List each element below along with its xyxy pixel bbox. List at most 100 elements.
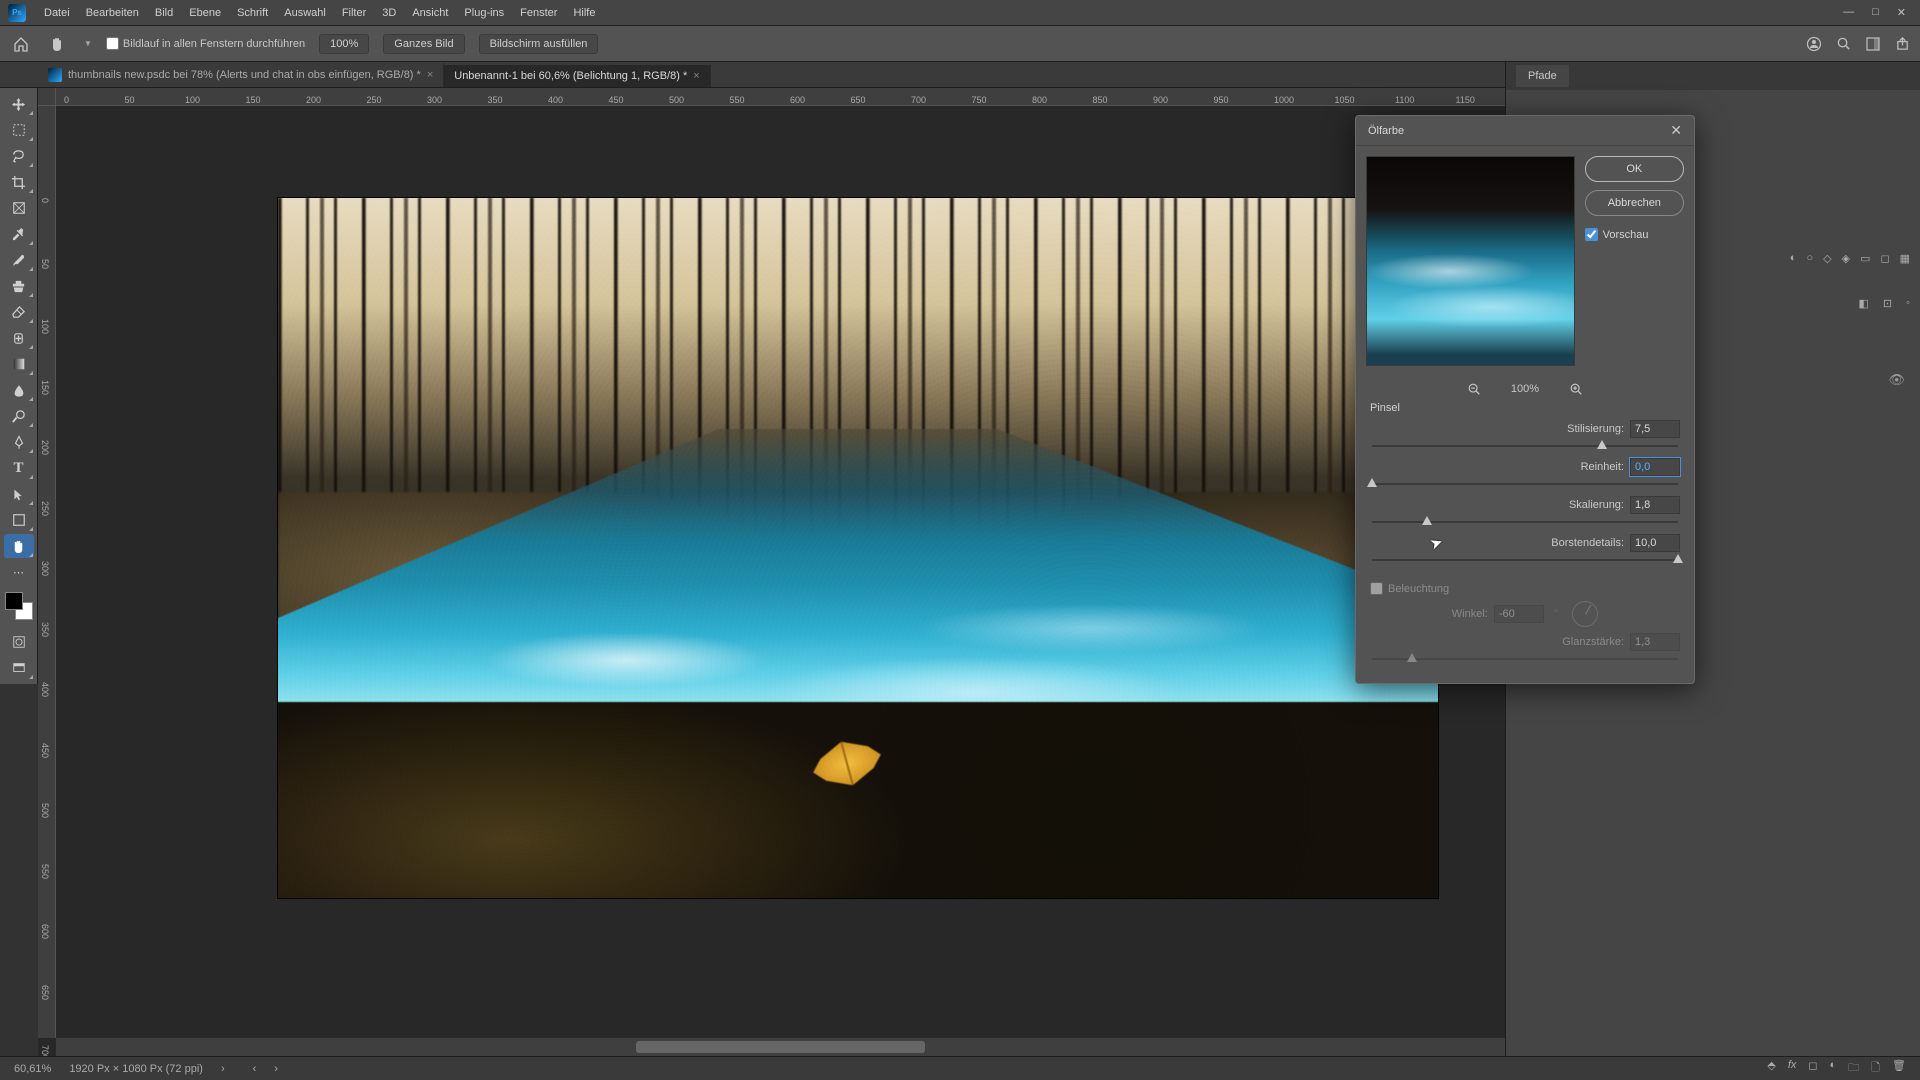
bristle-slider[interactable] xyxy=(1372,554,1678,566)
zoom-out-icon[interactable] xyxy=(1467,382,1481,396)
link-layers-icon[interactable]: ⬘ xyxy=(1767,1059,1775,1078)
hand-tool[interactable] xyxy=(4,534,34,558)
horizontal-scrollbar[interactable] xyxy=(56,1038,1505,1056)
quick-mask-icon[interactable] xyxy=(4,630,34,654)
cancel-button[interactable]: Abbrechen xyxy=(1585,190,1684,216)
hand-tool-icon[interactable] xyxy=(46,33,68,55)
status-nav-right-icon[interactable]: › xyxy=(274,1063,278,1075)
home-icon[interactable] xyxy=(10,33,32,55)
filter-preview[interactable] xyxy=(1366,156,1575,366)
close-tab-icon[interactable]: × xyxy=(427,69,433,81)
cleanliness-slider[interactable] xyxy=(1372,478,1678,490)
ruler-horizontal[interactable]: 0501001502002503003504004505005506006507… xyxy=(56,88,1505,106)
panel-icon[interactable]: ◦ xyxy=(1906,297,1910,310)
adj-icon[interactable]: ○ xyxy=(1806,252,1813,272)
menu-fenster[interactable]: Fenster xyxy=(512,4,565,22)
cloud-user-icon[interactable] xyxy=(1806,36,1822,52)
fit-screen-button[interactable]: Ganzes Bild xyxy=(383,34,464,54)
status-chevron-icon[interactable]: › xyxy=(221,1063,225,1075)
menu-ebene[interactable]: Ebene xyxy=(181,4,229,22)
menu-plug-ins[interactable]: Plug-ins xyxy=(456,4,512,22)
brush-tool[interactable] xyxy=(4,248,34,272)
adj-icon[interactable]: ◈ xyxy=(1842,252,1850,272)
menu-schrift[interactable]: Schrift xyxy=(229,4,276,22)
healing-brush-tool[interactable] xyxy=(4,326,34,350)
menu-auswahl[interactable]: Auswahl xyxy=(276,4,334,22)
close-icon[interactable]: ✕ xyxy=(1897,6,1906,19)
shape-tool[interactable] xyxy=(4,508,34,532)
scale-slider[interactable] xyxy=(1372,516,1678,528)
layer-mask-icon[interactable]: ◻ xyxy=(1808,1059,1817,1078)
ruler-origin[interactable] xyxy=(38,88,56,106)
adj-icon[interactable]: ▭ xyxy=(1860,252,1870,272)
dialog-close-icon[interactable]: ✕ xyxy=(1670,122,1682,139)
layer-fx-icon[interactable]: fx xyxy=(1788,1059,1797,1078)
ok-button[interactable]: OK xyxy=(1585,156,1684,182)
lighting-checkbox[interactable]: Beleuchtung xyxy=(1370,582,1680,595)
tool-preset-dropdown-icon[interactable]: ▼ xyxy=(84,39,92,48)
color-swatch[interactable] xyxy=(5,592,33,620)
panel-icon[interactable]: ⊡ xyxy=(1883,297,1892,310)
menu-ansicht[interactable]: Ansicht xyxy=(404,4,456,22)
menu-filter[interactable]: Filter xyxy=(334,4,374,22)
ruler-vertical[interactable]: 0501001502002503003504004505005506006507… xyxy=(38,106,56,1038)
adjustment-layer-icon[interactable]: ◐ xyxy=(1830,1059,1837,1078)
bristle-input[interactable] xyxy=(1630,534,1680,552)
edit-toolbar[interactable]: ⋯ xyxy=(4,560,34,584)
adj-icon[interactable]: ◐ xyxy=(1790,252,1797,272)
zoom-in-icon[interactable] xyxy=(1569,382,1583,396)
path-selection-tool[interactable] xyxy=(4,482,34,506)
frame-tool[interactable] xyxy=(4,196,34,220)
ruler-tick: 700 xyxy=(911,95,926,105)
menu-hilfe[interactable]: Hilfe xyxy=(565,4,603,22)
menu-bild[interactable]: Bild xyxy=(147,4,181,22)
blur-tool[interactable] xyxy=(4,378,34,402)
type-tool[interactable]: T xyxy=(4,456,34,480)
menu-datei[interactable]: Datei xyxy=(36,4,78,22)
dodge-tool[interactable] xyxy=(4,404,34,428)
stylization-input[interactable] xyxy=(1630,420,1680,438)
eraser-tool[interactable] xyxy=(4,300,34,324)
clone-stamp-tool[interactable] xyxy=(4,274,34,298)
zoom-100-button[interactable]: 100% xyxy=(319,34,369,54)
document-tab-1[interactable]: thumbnails new.psdc bei 78% (Alerts und … xyxy=(38,63,444,87)
eyedropper-tool[interactable] xyxy=(4,222,34,246)
document-dimensions[interactable]: 1920 Px × 1080 Px (72 ppi) xyxy=(69,1063,203,1075)
menu-bearbeiten[interactable]: Bearbeiten xyxy=(78,4,147,22)
fill-screen-button[interactable]: Bildschirm ausfüllen xyxy=(479,34,599,54)
panel-icon[interactable]: ◧ xyxy=(1858,297,1868,310)
scroll-all-windows-checkbox[interactable]: Bildlauf in allen Fenstern durchführen xyxy=(106,37,305,50)
workspace-icon[interactable] xyxy=(1865,36,1881,52)
marquee-tool[interactable] xyxy=(4,118,34,142)
zoom-readout[interactable]: 60,61% xyxy=(14,1063,51,1075)
search-icon[interactable] xyxy=(1836,36,1851,51)
dialog-titlebar[interactable]: Ölfarbe ✕ xyxy=(1356,116,1694,146)
menu-3d[interactable]: 3D xyxy=(374,4,404,22)
ruler-tick: 800 xyxy=(1032,95,1047,105)
crop-tool[interactable] xyxy=(4,170,34,194)
screen-mode-icon[interactable] xyxy=(4,656,34,680)
move-tool[interactable] xyxy=(4,92,34,116)
gradient-tool[interactable] xyxy=(4,352,34,376)
maximize-icon[interactable]: □ xyxy=(1872,6,1879,19)
adj-icon[interactable]: ◇ xyxy=(1823,252,1831,272)
pen-tool[interactable] xyxy=(4,430,34,454)
scale-input[interactable] xyxy=(1630,496,1680,514)
share-icon[interactable] xyxy=(1895,36,1910,51)
status-nav-left-icon[interactable]: ‹ xyxy=(253,1063,257,1075)
close-tab-icon[interactable]: × xyxy=(693,70,699,82)
adj-icon[interactable]: ◻ xyxy=(1880,252,1889,272)
group-icon[interactable]: 🗀 xyxy=(1848,1059,1859,1078)
paths-panel-tab[interactable]: Pfade xyxy=(1516,65,1569,87)
minimize-icon[interactable]: — xyxy=(1843,6,1854,19)
lasso-tool[interactable] xyxy=(4,144,34,168)
document-canvas[interactable] xyxy=(278,198,1438,898)
delete-layer-icon[interactable]: 🗑 xyxy=(1892,1059,1906,1078)
adj-icon[interactable]: ▦ xyxy=(1900,252,1910,272)
stylization-slider[interactable] xyxy=(1372,440,1678,452)
preview-checkbox[interactable]: Vorschau xyxy=(1585,228,1684,241)
new-layer-icon[interactable]: 🗋 xyxy=(1871,1059,1880,1078)
visibility-eye-icon[interactable]: 👁 xyxy=(1888,372,1905,388)
cleanliness-input[interactable] xyxy=(1630,458,1680,476)
document-tab-2[interactable]: Unbenannt-1 bei 60,6% (Belichtung 1, RGB… xyxy=(444,65,710,87)
